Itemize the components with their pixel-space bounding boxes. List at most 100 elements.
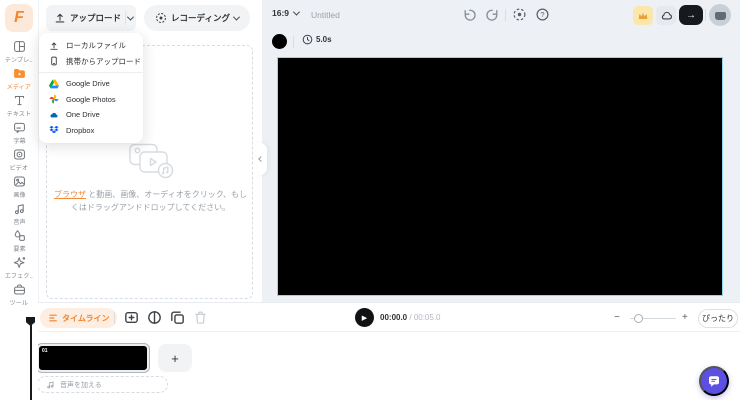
duration-value: 5.0s bbox=[316, 35, 332, 44]
toolbar-separator bbox=[114, 312, 115, 324]
aspect-ratio-value: 16:9 bbox=[272, 8, 289, 18]
record-icon bbox=[155, 12, 167, 24]
menu-item-label: Dropbox bbox=[66, 126, 94, 135]
add-clip-button[interactable]: + bbox=[158, 344, 192, 372]
support-chat-button[interactable] bbox=[699, 366, 729, 396]
menu-item-label: 携帯からアップロード bbox=[66, 56, 141, 67]
slider-knob[interactable] bbox=[634, 314, 643, 323]
sidebar-item-templates[interactable]: テンプレ.. bbox=[0, 38, 38, 65]
duration-control[interactable]: 5.0s bbox=[302, 34, 332, 45]
fit-button[interactable]: ぴったり bbox=[698, 309, 738, 328]
timeline-mode-button[interactable]: タイムライン bbox=[40, 308, 117, 328]
recording-button[interactable]: レコーディング bbox=[144, 5, 250, 31]
preview-focus-button[interactable] bbox=[512, 7, 527, 22]
duplicate-button[interactable] bbox=[170, 310, 186, 326]
total-time: 00:05.0 bbox=[414, 313, 441, 322]
menu-item-google-drive[interactable]: Google Drive bbox=[39, 76, 143, 92]
plus-icon: + bbox=[171, 351, 179, 366]
zoom-in-button[interactable]: + bbox=[682, 311, 688, 325]
menu-item-label: ローカルファイル bbox=[66, 40, 126, 51]
sidebar-item-elements[interactable]: 要素 bbox=[0, 227, 38, 254]
arrow-right-icon: → bbox=[686, 10, 696, 21]
toolbox-icon bbox=[13, 283, 26, 296]
app-logo[interactable]: F bbox=[5, 4, 33, 32]
sidebar-item-images[interactable]: 画像 bbox=[0, 173, 38, 200]
project-title[interactable]: Untitled bbox=[311, 10, 340, 20]
clock-icon bbox=[302, 34, 313, 45]
sidebar-item-video[interactable]: ビデオ bbox=[0, 146, 38, 173]
sidebar-item-label: ツール bbox=[10, 297, 29, 307]
media-empty-state: ブラウザ と動画、画像、オーディオをクリック、もしくはドラッグアンドドロップして… bbox=[39, 142, 262, 214]
upload-button-label: アップロード bbox=[70, 12, 121, 24]
sidebar-item-label: テキスト bbox=[7, 108, 32, 118]
media-files-illustration-icon bbox=[39, 142, 262, 180]
icon-rail: F テンプレ.. メディア テキスト 字幕 ビデオ 画像 音声 bbox=[0, 0, 38, 400]
shapes-icon bbox=[13, 229, 26, 242]
subtitle-icon bbox=[13, 121, 26, 134]
menu-item-label: Google Photos bbox=[66, 95, 116, 104]
music-note-icon bbox=[13, 202, 26, 215]
onedrive-icon bbox=[49, 110, 59, 120]
current-time: 00:00.0 bbox=[380, 313, 407, 322]
phone-icon bbox=[49, 56, 59, 66]
menu-item-onedrive[interactable]: One Drive bbox=[39, 107, 143, 123]
audio-note-icon bbox=[46, 380, 55, 389]
swatch-separator bbox=[293, 36, 294, 48]
time-display: 00:00.0 / 00:05.0 bbox=[380, 313, 441, 322]
upload-caret-button[interactable] bbox=[126, 16, 136, 21]
add-audio-track[interactable]: 音声を加える bbox=[37, 376, 168, 393]
playhead-line bbox=[30, 325, 32, 400]
sidebar-item-audio[interactable]: 音声 bbox=[0, 200, 38, 227]
cloud-icon bbox=[660, 10, 673, 21]
upload-dropdown-menu: ローカルファイル 携帯からアップロード Google Drive Google … bbox=[39, 33, 143, 143]
timeline-tracks: 01 + 音声を加える bbox=[0, 332, 740, 400]
menu-item-local-file[interactable]: ローカルファイル bbox=[39, 38, 143, 54]
timeline-zoom-slider[interactable] bbox=[630, 312, 676, 324]
browse-link[interactable]: ブラウザ bbox=[54, 190, 86, 199]
add-scene-button[interactable] bbox=[124, 310, 140, 326]
sidebar-item-label: テンプレ.. bbox=[5, 54, 33, 64]
menu-item-label: One Drive bbox=[66, 110, 100, 119]
sidebar-item-label: 要素 bbox=[13, 243, 25, 253]
sidebar-item-text[interactable]: テキスト bbox=[0, 92, 38, 119]
sidebar-item-media[interactable]: メディア bbox=[0, 65, 38, 92]
upload-icon bbox=[49, 41, 59, 51]
zoom-out-button[interactable]: − bbox=[614, 311, 620, 325]
timeline-mode-label: タイムライン bbox=[62, 313, 109, 324]
menu-separator bbox=[39, 72, 143, 73]
play-button[interactable]: ▶ bbox=[355, 308, 374, 327]
dropbox-icon bbox=[49, 125, 59, 135]
export-button[interactable]: → bbox=[679, 5, 703, 25]
upgrade-button[interactable] bbox=[633, 6, 653, 25]
help-button[interactable]: ? bbox=[535, 7, 550, 22]
undo-button[interactable] bbox=[462, 7, 477, 22]
cloud-save-button[interactable] bbox=[656, 6, 676, 25]
sidebar-item-subtitles[interactable]: 字幕 bbox=[0, 119, 38, 146]
sidebar-item-tools[interactable]: ツール bbox=[0, 281, 38, 308]
background-color-swatch[interactable] bbox=[272, 34, 287, 49]
template-icon bbox=[13, 40, 26, 53]
sidebar-item-effects[interactable]: エフェク.. bbox=[0, 254, 38, 281]
image-icon bbox=[13, 175, 26, 188]
sidebar-item-label: 画像 bbox=[13, 189, 25, 199]
user-avatar[interactable] bbox=[709, 4, 731, 26]
chevron-down-icon bbox=[293, 8, 300, 15]
menu-item-dropbox[interactable]: Dropbox bbox=[39, 123, 143, 139]
video-clip-thumbnail[interactable]: 01 bbox=[37, 344, 149, 372]
stage-area: 16:9 Untitled ? → 5.0s bbox=[262, 0, 740, 302]
sidebar-item-label: エフェク.. bbox=[5, 270, 33, 280]
redo-button[interactable] bbox=[485, 7, 500, 22]
playback-toolbar: タイムライン ▶ 00:00.0 / 00:05.0 − + ぴったり bbox=[0, 302, 740, 332]
video-canvas[interactable] bbox=[277, 57, 723, 296]
menu-item-google-photos[interactable]: Google Photos bbox=[39, 92, 143, 108]
panel-collapse-handle[interactable] bbox=[255, 143, 267, 175]
split-button[interactable] bbox=[147, 310, 163, 326]
svg-text:?: ? bbox=[540, 10, 544, 19]
upload-button[interactable]: アップロード bbox=[46, 5, 136, 31]
chevron-left-icon bbox=[258, 156, 264, 162]
menu-item-phone-upload[interactable]: 携帯からアップロード bbox=[39, 54, 143, 70]
aspect-ratio-select[interactable]: 16:9 bbox=[272, 8, 299, 18]
text-icon bbox=[13, 94, 26, 107]
header-separator bbox=[705, 9, 706, 21]
delete-button[interactable] bbox=[193, 310, 209, 326]
